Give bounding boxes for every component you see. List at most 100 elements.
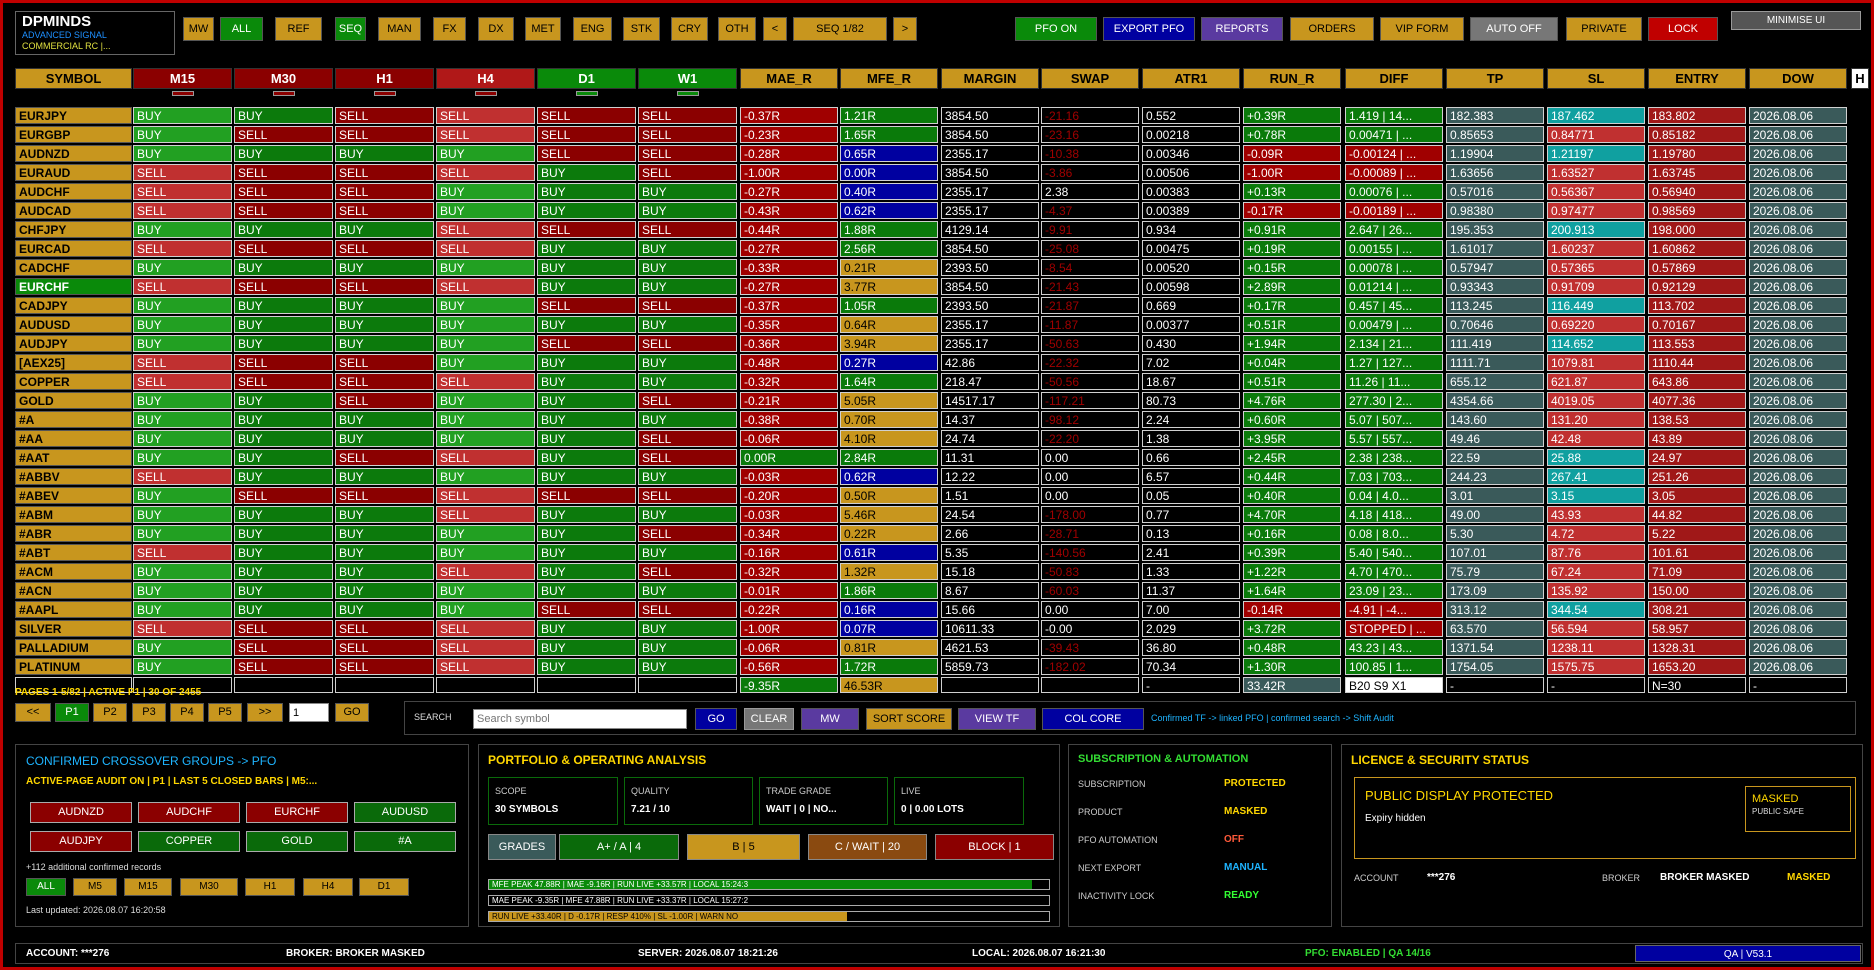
filter-met-button[interactable]: MET	[525, 17, 561, 41]
symbol-cell[interactable]: AUDCAD	[15, 202, 132, 219]
symbol-cell[interactable]: SILVER	[15, 620, 132, 637]
page-go-button[interactable]: GO	[335, 703, 369, 722]
symbol-cell[interactable]: #ACM	[15, 563, 132, 580]
clear-button[interactable]: CLEAR	[744, 708, 794, 730]
symbol-cell[interactable]: PALLADIUM	[15, 639, 132, 656]
private-button[interactable]: PRIVATE	[1566, 17, 1642, 41]
symbol-cell[interactable]: CADCHF	[15, 259, 132, 276]
symbol-cell[interactable]: COPPER	[15, 373, 132, 390]
symbol-cell[interactable]: AUDJPY	[15, 335, 132, 352]
crossover-chip[interactable]: AUDCHF	[138, 802, 240, 823]
symbol-cell[interactable]: #ABBV	[15, 468, 132, 485]
column-header-dow[interactable]: DOW	[1749, 68, 1847, 89]
column-header-tp[interactable]: TP	[1446, 68, 1544, 89]
symbol-cell[interactable]: #ABM	[15, 506, 132, 523]
timeframe-d1-button[interactable]: D1	[359, 878, 409, 896]
symbol-cell[interactable]: CHFJPY	[15, 221, 132, 238]
grade-button-4[interactable]: BLOCK | 1	[935, 834, 1054, 860]
column-header-m15[interactable]: M15	[133, 68, 232, 89]
timeframe-h1-button[interactable]: H1	[245, 878, 295, 896]
page-number-input[interactable]	[289, 703, 329, 722]
timeframe-h4-button[interactable]: H4	[303, 878, 353, 896]
filter-stk-button[interactable]: STK	[623, 17, 660, 41]
minimise-ui-button[interactable]: MINIMISE UI	[1731, 11, 1861, 30]
symbol-cell[interactable]: #AAPL	[15, 601, 132, 618]
symbol-cell[interactable]: GOLD	[15, 392, 132, 409]
column-header-overflow[interactable]: H	[1851, 68, 1869, 89]
mw-button[interactable]: MW	[801, 708, 859, 730]
export-pfo-button[interactable]: EXPORT PFO	[1103, 17, 1195, 41]
column-header-entry[interactable]: ENTRY	[1648, 68, 1746, 89]
symbol-cell[interactable]: EURCHF	[15, 278, 132, 295]
symbol-cell[interactable]: #ACN	[15, 582, 132, 599]
grade-button-3[interactable]: C / WAIT | 20	[808, 834, 927, 860]
page-button-3[interactable]: P3	[132, 703, 166, 722]
search-input[interactable]	[473, 709, 687, 729]
timeframe-m15-button[interactable]: M15	[124, 878, 172, 896]
filter-fx-button[interactable]: FX	[433, 17, 466, 41]
symbol-cell[interactable]: #A	[15, 411, 132, 428]
crossover-chip[interactable]: AUDUSD	[354, 802, 456, 823]
column-header-m30[interactable]: M30	[234, 68, 333, 89]
column-header-atr1[interactable]: ATR1	[1142, 68, 1240, 89]
grade-button-2[interactable]: B | 5	[687, 834, 800, 860]
grade-button-1[interactable]: A+ / A | 4	[559, 834, 679, 860]
symbol-cell[interactable]: AUDCHF	[15, 183, 132, 200]
sort-score-button[interactable]: SORT SCORE	[866, 708, 952, 730]
sequence-indicator[interactable]: SEQ 1/82	[793, 17, 887, 41]
symbol-cell[interactable]: EURGBP	[15, 126, 132, 143]
column-header-mae-r[interactable]: MAE_R	[740, 68, 838, 89]
column-header-symbol[interactable]: SYMBOL	[15, 68, 132, 89]
symbol-cell[interactable]: #AAT	[15, 449, 132, 466]
crossover-chip[interactable]: AUDJPY	[30, 831, 132, 852]
vip-form-button[interactable]: VIP FORM	[1380, 17, 1464, 41]
column-header-h1[interactable]: H1	[335, 68, 434, 89]
reports-button[interactable]: REPORTS	[1201, 17, 1283, 41]
symbol-cell[interactable]: #AA	[15, 430, 132, 447]
column-header-run-r[interactable]: RUN_R	[1243, 68, 1341, 89]
search-go-button[interactable]: GO	[695, 708, 737, 730]
crossover-chip[interactable]: COPPER	[138, 831, 240, 852]
column-header-margin[interactable]: MARGIN	[941, 68, 1039, 89]
orders-button[interactable]: ORDERS	[1290, 17, 1374, 41]
timeframe-m30-button[interactable]: M30	[180, 878, 238, 896]
crossover-chip[interactable]: EURCHF	[246, 802, 348, 823]
prev-button[interactable]: <	[763, 17, 787, 41]
col-core-button[interactable]: COL CORE	[1042, 708, 1144, 730]
filter-eng-button[interactable]: ENG	[573, 17, 612, 41]
filter-cry-button[interactable]: CRY	[671, 17, 708, 41]
column-header-diff[interactable]: DIFF	[1345, 68, 1443, 89]
page-button-0[interactable]: <<	[15, 703, 51, 722]
column-header-mfe-r[interactable]: MFE_R	[840, 68, 938, 89]
page-button-6[interactable]: >>	[247, 703, 283, 722]
symbol-cell[interactable]: PLATINUM	[15, 658, 132, 675]
page-button-1[interactable]: P1	[55, 703, 89, 722]
symbol-cell[interactable]: [AEX25]	[15, 354, 132, 371]
symbol-cell[interactable]: EURJPY	[15, 107, 132, 124]
view-tf-button[interactable]: VIEW TF	[958, 708, 1036, 730]
lock-button[interactable]: LOCK	[1648, 17, 1718, 41]
pfo-on-button[interactable]: PFO ON	[1015, 17, 1097, 41]
next-button[interactable]: >	[893, 17, 917, 41]
symbol-cell[interactable]: #ABR	[15, 525, 132, 542]
column-header-w1[interactable]: W1	[638, 68, 737, 89]
auto-off-button[interactable]: AUTO OFF	[1470, 17, 1558, 41]
crossover-chip[interactable]: GOLD	[246, 831, 348, 852]
filter-ref-button[interactable]: REF	[275, 17, 322, 41]
crossover-chip[interactable]: AUDNZD	[30, 802, 132, 823]
filter-seq-button[interactable]: SEQ	[335, 17, 366, 41]
symbol-cell[interactable]: CADJPY	[15, 297, 132, 314]
column-header-sl[interactable]: SL	[1547, 68, 1645, 89]
page-button-4[interactable]: P4	[170, 703, 204, 722]
page-button-2[interactable]: P2	[93, 703, 127, 722]
symbol-cell[interactable]: EURAUD	[15, 164, 132, 181]
column-header-d1[interactable]: D1	[537, 68, 636, 89]
timeframe-m5-button[interactable]: M5	[73, 878, 117, 896]
filter-all-button[interactable]: ALL	[220, 17, 263, 41]
symbol-cell[interactable]: #ABEV	[15, 487, 132, 504]
symbol-cell[interactable]: AUDUSD	[15, 316, 132, 333]
filter-mw-button[interactable]: MW	[183, 17, 214, 41]
filter-dx-button[interactable]: DX	[478, 17, 514, 41]
timeframe-all-button[interactable]: ALL	[26, 878, 66, 896]
column-header-swap[interactable]: SWAP	[1041, 68, 1139, 89]
